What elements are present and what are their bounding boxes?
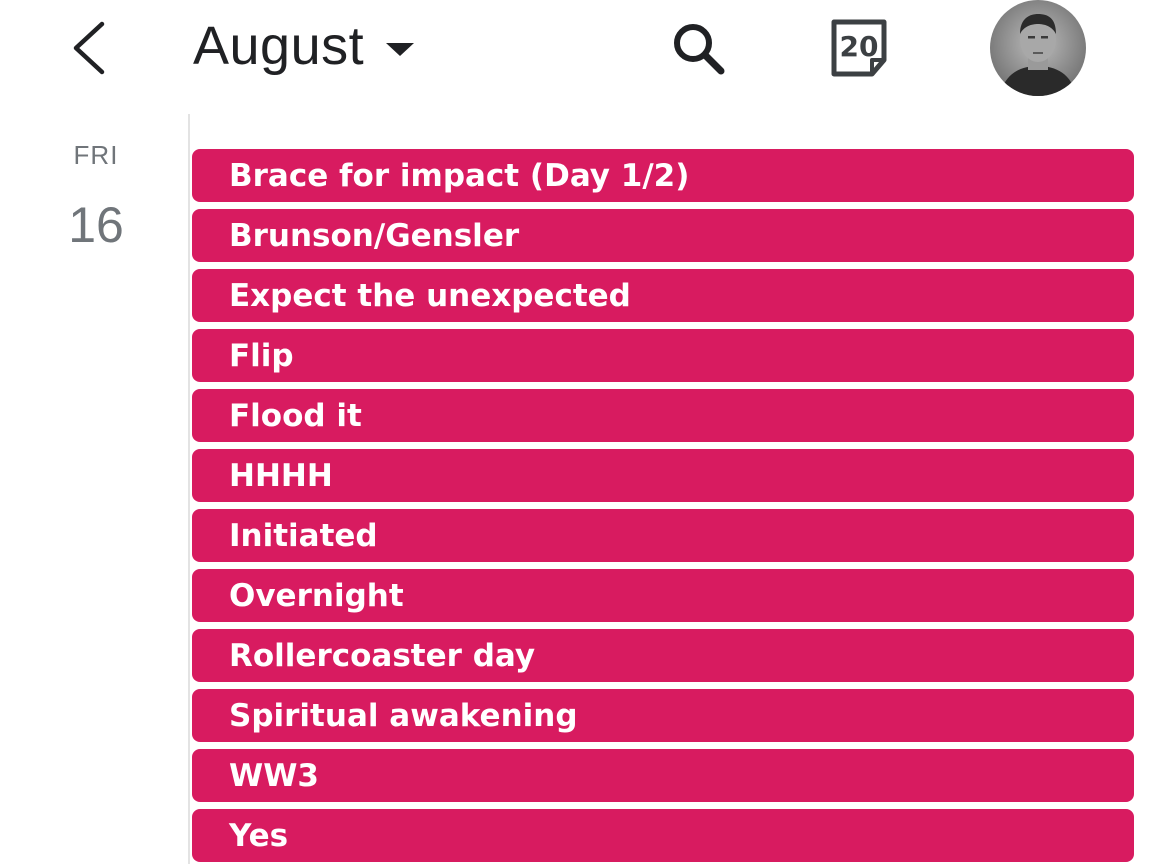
calendar-today-icon	[831, 19, 887, 77]
event-chip[interactable]: Flood it	[192, 389, 1134, 442]
month-selector[interactable]: August	[193, 10, 415, 82]
month-label: August	[193, 16, 365, 76]
event-chip[interactable]: Expect the unexpected	[192, 269, 1134, 322]
back-button[interactable]	[62, 18, 118, 78]
day-number[interactable]: 16	[46, 196, 146, 254]
event-chip[interactable]: WW3	[192, 749, 1134, 802]
day-divider	[188, 114, 190, 864]
event-chip[interactable]: HHHH	[192, 449, 1134, 502]
avatar[interactable]	[990, 0, 1086, 96]
event-chip[interactable]: Flip	[192, 329, 1134, 382]
event-title: Rollercoaster day	[229, 637, 536, 674]
event-title: Spiritual awakening	[229, 697, 578, 734]
day-of-week: FRI	[73, 140, 119, 170]
event-chip[interactable]: Brunson/Gensler	[192, 209, 1134, 262]
chevron-left-icon	[73, 21, 105, 75]
event-title: Brunson/Gensler	[229, 217, 520, 254]
caret-down-icon	[386, 42, 415, 56]
event-title: Flood it	[229, 397, 362, 434]
event-title: HHHH	[229, 457, 333, 494]
event-title: Initiated	[229, 517, 378, 554]
all-day-event-list: Brace for impact (Day 1/2) Brunson/Gensl…	[192, 149, 1134, 864]
event-title: Overnight	[229, 577, 404, 614]
event-chip[interactable]: Spiritual awakening	[192, 689, 1134, 742]
event-title: Expect the unexpected	[229, 277, 631, 314]
event-chip[interactable]: Overnight	[192, 569, 1134, 622]
today-button[interactable]: 20	[828, 16, 894, 80]
event-title: Yes	[229, 817, 289, 854]
event-chip[interactable]: Brace for impact (Day 1/2)	[192, 149, 1134, 202]
event-title: Flip	[229, 337, 294, 374]
search-icon	[674, 24, 725, 75]
event-chip[interactable]: Initiated	[192, 509, 1134, 562]
event-title: WW3	[229, 757, 319, 794]
event-chip[interactable]: Rollercoaster day	[192, 629, 1134, 682]
event-title: Brace for impact (Day 1/2)	[229, 157, 690, 194]
user-avatar-icon	[990, 0, 1086, 96]
search-button[interactable]	[668, 18, 728, 78]
calendar-day-view: August 20 FRI 16 Brace for impact (Day 1…	[0, 0, 1170, 864]
event-chip[interactable]: Yes	[192, 809, 1134, 862]
